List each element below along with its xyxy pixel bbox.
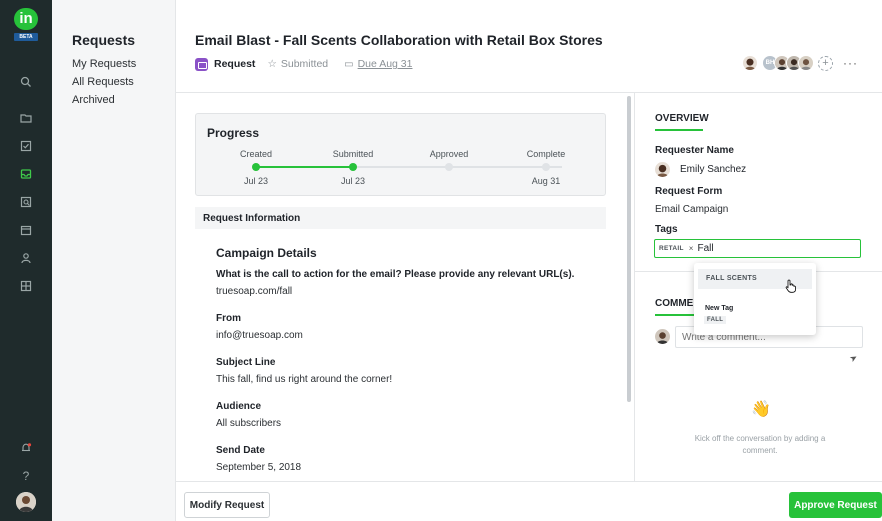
field-question: From [216,313,241,324]
new-tag-label: New Tag [705,305,734,312]
field-answer: All subscribers [216,418,282,429]
step-date: Jul 23 [340,176,366,186]
step-label: Created [239,149,273,159]
requests-nav: Requests My Requests All Requests Archiv… [52,0,176,521]
add-collaborator-button[interactable]: + [818,55,833,71]
checkbox-icon[interactable] [17,137,35,155]
field-question: Send Date [216,445,265,456]
requester: Emily Sanchez [655,162,746,177]
tab-overview-underline [655,129,703,131]
request-form-value: Email Campaign [655,204,729,215]
calendar-icon[interactable] [17,221,35,239]
progress-title: Progress [207,126,260,140]
nav-title: Requests [72,32,136,48]
status-label: Submitted [280,58,329,70]
tag-input[interactable] [697,243,818,254]
progress-track-fill [256,166,354,168]
logo-mark: in [14,8,38,30]
folder-icon[interactable] [17,109,35,127]
field-answer: This fall, find us right around the corn… [216,374,393,385]
owner-avatar[interactable] [742,55,758,71]
step-dot [349,163,357,171]
beta-badge: BETA [14,33,38,41]
bell-icon[interactable] [17,439,35,457]
request-main: Progress Created Jul 23 Submitted Jul 23… [176,93,634,481]
main-scrollbar[interactable] [627,96,631,402]
step-dot [445,163,453,171]
wave-emoji: 👋 [751,401,771,418]
review-icon[interactable] [17,193,35,211]
requester-name: Emily Sanchez [680,164,747,175]
tags-label: Tags [655,224,678,235]
step-dot [252,163,260,171]
calendar-small-icon: ▭ [344,58,354,70]
user-avatar[interactable] [16,492,36,512]
field-question: Subject Line [216,357,276,368]
modify-request-button[interactable]: Modify Request [184,492,270,518]
requester-label: Requester Name [655,145,734,156]
approve-request-button[interactable]: Approve Request [789,492,882,518]
commenter-avatar [655,329,670,344]
field-answer: info@truesoap.com [216,330,303,341]
grid-icon[interactable] [17,277,35,295]
app-rail: in BETA ? [0,0,52,521]
request-information-header[interactable]: Request Information [195,207,606,229]
step-dot [542,163,550,171]
step-label: Approved [429,149,469,159]
campaign-details-title: Campaign Details [216,246,317,260]
request-header: Email Blast - Fall Scents Collaboration … [176,0,882,93]
remove-tag-icon[interactable]: × [689,244,694,253]
requester-avatar [655,162,670,177]
progress-panel: Progress Created Jul 23 Submitted Jul 23… [195,113,606,196]
collaborator-avatar[interactable] [798,55,814,71]
field-question: What is the call to action for the email… [216,269,575,280]
collaborators: BH + ··· [742,55,858,71]
tag-chip: RETAIL [659,245,684,252]
field-answer: September 5, 2018 [216,462,302,473]
due-date-link[interactable]: Due Aug 31 [358,58,413,70]
nav-item-archived[interactable]: Archived [72,94,115,106]
search-icon[interactable] [17,73,35,91]
step-label: Complete [526,149,566,159]
request-form-label: Request Form [655,186,723,197]
step-label: Submitted [332,149,374,159]
step-date: Aug 31 [531,176,561,186]
field-question: Audience [216,401,262,412]
request-type-label: Request [214,58,256,70]
new-tag-option[interactable]: FALL [704,316,727,324]
request-meta: Request ☆ Submitted ▭ Due Aug 31 [195,57,412,71]
user-icon[interactable] [17,249,35,267]
nav-item-all-requests[interactable]: All Requests [72,76,134,88]
help-icon[interactable]: ? [17,467,35,485]
request-type-icon [195,57,208,71]
field-answer: truesoap.com/fall [216,286,293,297]
hand-cursor-icon [785,279,796,293]
action-footer: Modify Request Approve Request [176,481,882,521]
tag-suggestions-dropdown: FALL SCENTS New Tag FALL [694,263,816,335]
app-logo[interactable]: in BETA [14,8,38,42]
tags-field[interactable]: RETAIL × [654,239,861,258]
more-options-button[interactable]: ··· [843,56,858,70]
empty-comments-text: Kick off the conversation by adding a co… [694,434,826,455]
tab-overview[interactable]: OVERVIEW [655,113,709,124]
send-icon[interactable]: ➤ [848,352,860,365]
inbox-icon[interactable] [17,165,35,183]
star-icon[interactable]: ☆ [267,58,276,70]
nav-item-my-requests[interactable]: My Requests [72,58,136,70]
page-title: Email Blast - Fall Scents Collaboration … [195,32,603,48]
step-date: Jul 23 [243,176,269,186]
